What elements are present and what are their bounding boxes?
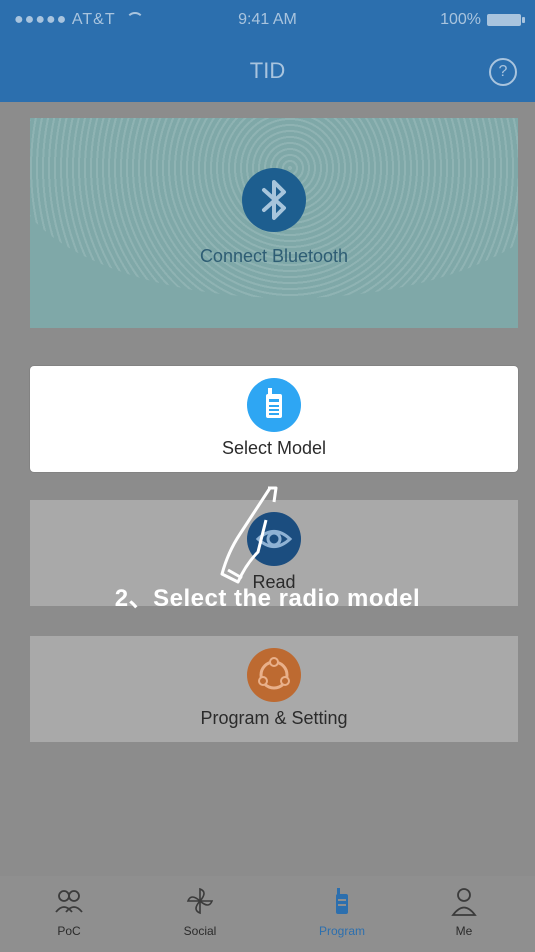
connect-bluetooth-label: Connect Bluetooth bbox=[199, 246, 349, 266]
bluetooth-icon bbox=[242, 168, 306, 232]
tab-poc[interactable]: PoC bbox=[19, 884, 119, 944]
person-icon bbox=[447, 884, 481, 918]
navigation-bar: TID ? bbox=[0, 40, 535, 102]
pinwheel-icon bbox=[183, 884, 217, 918]
main-content: Connect Bluetooth Select Model Read Prog… bbox=[0, 102, 535, 876]
select-model-label: Select Model bbox=[221, 438, 327, 458]
radio-model-icon bbox=[247, 378, 301, 432]
tab-program-label: Program bbox=[318, 924, 365, 938]
tab-social-label: Social bbox=[183, 924, 217, 938]
tab-me-label: Me bbox=[455, 924, 473, 938]
help-icon[interactable]: ? bbox=[489, 58, 517, 86]
instruction-overlay: 2、Select the radio model bbox=[114, 585, 421, 612]
tab-me[interactable]: Me bbox=[414, 884, 514, 944]
battery-indicator: 100% bbox=[440, 11, 525, 29]
program-setting-icon bbox=[247, 648, 301, 702]
page-title: TID bbox=[249, 58, 286, 83]
group-icon bbox=[52, 884, 86, 918]
help-glyph: ? bbox=[498, 63, 508, 80]
program-setting-card[interactable]: Program & Setting bbox=[30, 636, 518, 742]
select-model-card[interactable]: Select Model bbox=[30, 366, 518, 472]
program-setting-label: Program & Setting bbox=[200, 708, 348, 728]
status-bar: ●●●●● AT&T 9:41 AM 100% bbox=[0, 0, 535, 40]
connect-bluetooth-card[interactable]: Connect Bluetooth bbox=[30, 118, 518, 328]
radio-icon bbox=[325, 884, 359, 918]
tab-social[interactable]: Social bbox=[150, 884, 250, 944]
tap-hand-icon bbox=[210, 482, 290, 592]
battery-icon bbox=[487, 14, 525, 26]
tab-bar: PoC Social Program Me bbox=[0, 876, 535, 952]
tab-poc-label: PoC bbox=[57, 924, 81, 938]
tab-program[interactable]: Program bbox=[292, 884, 392, 944]
battery-percent: 100% bbox=[440, 11, 481, 28]
